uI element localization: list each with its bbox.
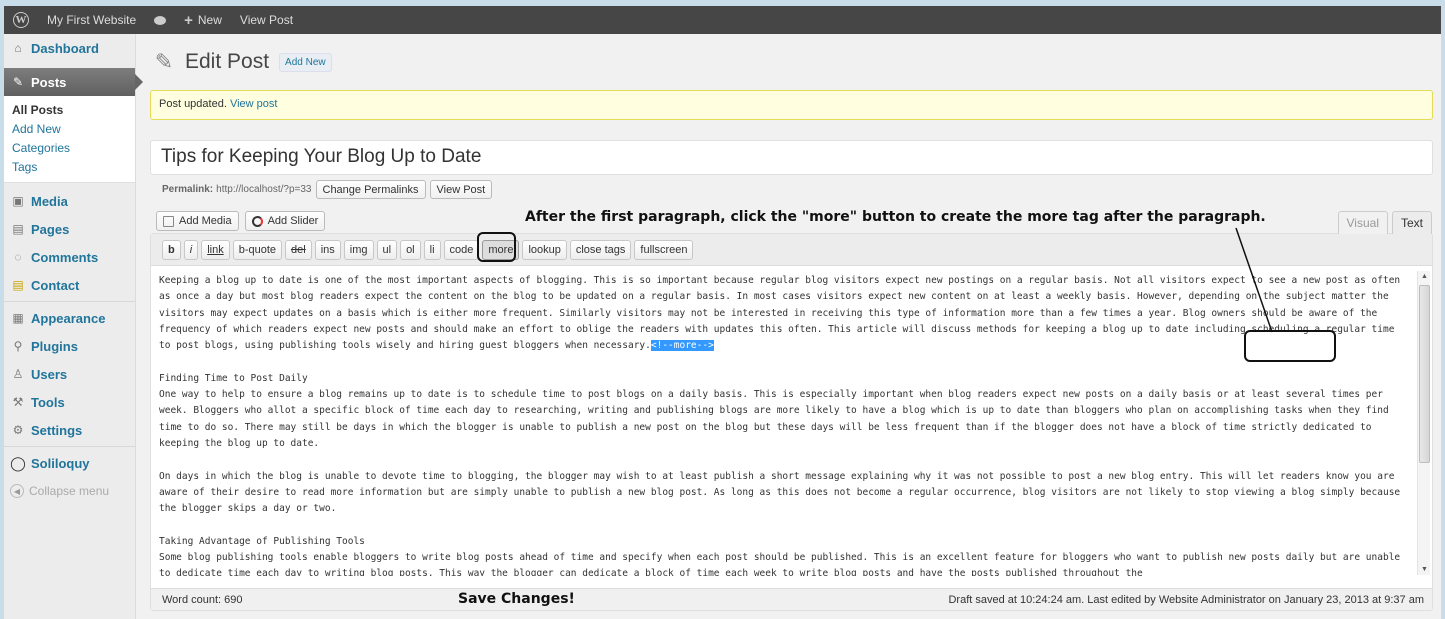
annotation-arrow-line <box>1235 227 1273 333</box>
save-annotation: Save Changes! <box>458 591 575 607</box>
annotation-arrow <box>1235 227 1273 333</box>
screen-frame: W My First Website + New View Post ⌂ Das… <box>4 6 1441 619</box>
